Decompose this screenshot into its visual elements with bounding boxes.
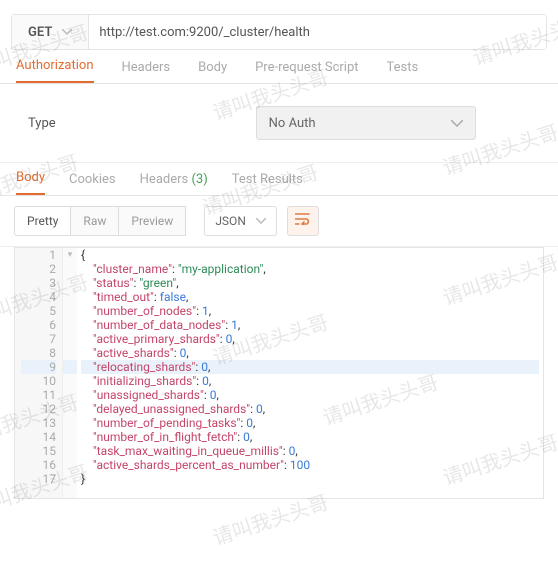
fold-gutter: ▾ bbox=[63, 248, 77, 498]
wrap-lines-button[interactable] bbox=[287, 206, 319, 236]
chevron-down-icon bbox=[256, 218, 266, 224]
tab-resp-testresults[interactable]: Test Results bbox=[232, 172, 303, 195]
tab-authorization[interactable]: Authorization bbox=[16, 58, 94, 83]
auth-section: Type No Auth bbox=[0, 84, 558, 162]
view-raw-button[interactable]: Raw bbox=[70, 206, 119, 236]
auth-type-select[interactable]: No Auth bbox=[256, 106, 476, 140]
line-number-gutter: 1234567891011121314151617 bbox=[15, 248, 63, 498]
chevron-down-icon bbox=[62, 29, 72, 35]
view-preview-button[interactable]: Preview bbox=[118, 206, 186, 236]
wrap-icon bbox=[295, 213, 311, 229]
response-body-viewer[interactable]: 1234567891011121314151617 ▾ { "cluster_n… bbox=[14, 247, 544, 499]
tab-resp-cookies[interactable]: Cookies bbox=[69, 172, 116, 195]
method-value: GET bbox=[28, 25, 52, 40]
auth-type-value: No Auth bbox=[269, 116, 316, 131]
tab-tests[interactable]: Tests bbox=[387, 60, 419, 83]
response-viewer-toolbar: Pretty Raw Preview JSON bbox=[0, 196, 558, 247]
view-pretty-button[interactable]: Pretty bbox=[14, 206, 71, 236]
format-select-value: JSON bbox=[215, 214, 246, 228]
method-dropdown[interactable]: GET bbox=[12, 15, 89, 49]
tab-body[interactable]: Body bbox=[198, 60, 227, 83]
chevron-down-icon bbox=[451, 120, 463, 127]
request-url-bar: GET http://test.com:9200/_cluster/health bbox=[11, 14, 547, 50]
request-tab-bar: Authorization Headers Body Pre-request S… bbox=[0, 50, 558, 84]
tab-resp-body[interactable]: Body bbox=[16, 170, 45, 195]
format-select[interactable]: JSON bbox=[204, 206, 277, 236]
url-input[interactable]: http://test.com:9200/_cluster/health bbox=[89, 15, 546, 49]
response-tab-bar: Body Cookies Headers (3) Test Results bbox=[0, 163, 558, 195]
tab-prerequest[interactable]: Pre-request Script bbox=[255, 60, 358, 83]
auth-type-label: Type bbox=[28, 116, 56, 131]
tab-resp-headers[interactable]: Headers (3) bbox=[140, 172, 208, 195]
code-content[interactable]: { "cluster_name": "my-application", "sta… bbox=[77, 248, 543, 498]
tab-headers[interactable]: Headers bbox=[122, 60, 171, 83]
